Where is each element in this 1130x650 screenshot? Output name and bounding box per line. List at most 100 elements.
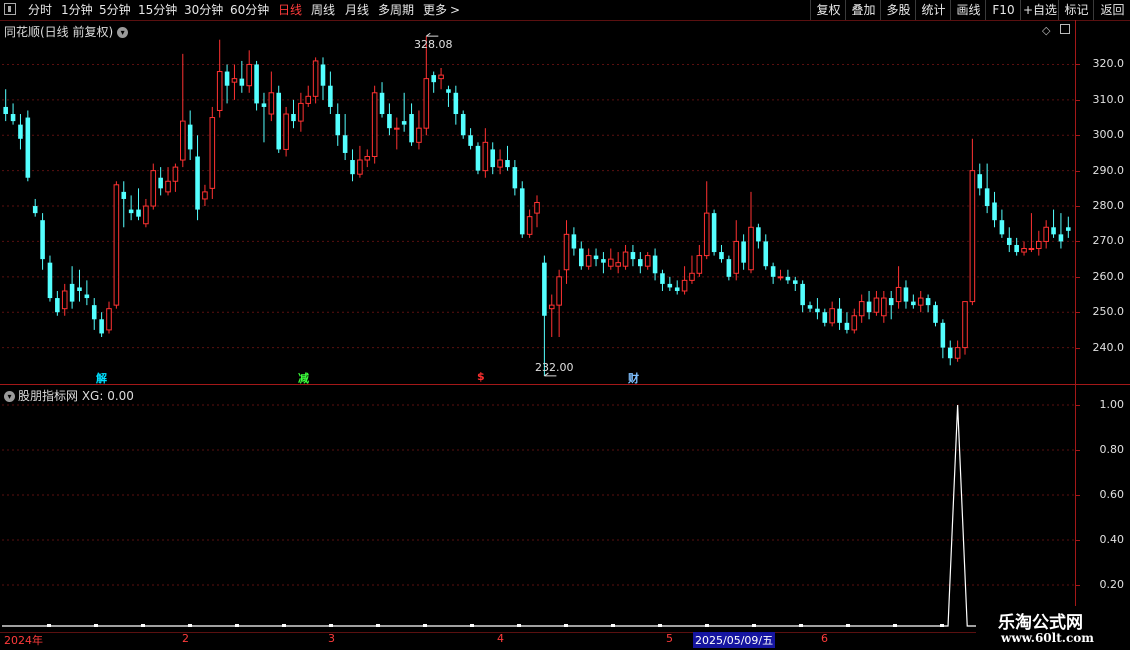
event-marker-unlock[interactable]: 解 (95, 370, 108, 386)
candle-body-down (711, 213, 717, 253)
low-price-label: 232.00 (535, 361, 574, 374)
candle-body-up (246, 63, 252, 87)
candle-body-down (187, 124, 193, 150)
indicator-baseline-dot (893, 624, 897, 627)
candle-body-down (91, 305, 97, 320)
candle-body-up (851, 315, 858, 331)
candle-body-up (202, 191, 208, 200)
price-chart[interactable] (0, 0, 1130, 650)
high-pointer (426, 32, 439, 37)
candle-body-down (1014, 244, 1019, 253)
candle-body-up (548, 304, 555, 310)
candle-body-up (150, 170, 157, 207)
candle-body-down (792, 280, 798, 284)
candle-body-down (822, 312, 828, 323)
x-label-month: 2 (182, 632, 189, 645)
candle-body-down (940, 322, 946, 348)
candle-body-up (298, 102, 304, 122)
candle-body-up (681, 279, 688, 292)
candle-body-down (888, 298, 894, 306)
candle-body-down (431, 75, 436, 83)
indicator-baseline-dot (799, 624, 803, 627)
indicator-baseline-dot (235, 624, 239, 627)
indicator-baseline-dot (47, 624, 51, 627)
candle-body-down (1058, 234, 1064, 242)
candle-body-up (608, 258, 614, 267)
candle-body-down (512, 167, 518, 189)
indicator-baseline-dot (940, 624, 944, 627)
candle-body-up (231, 78, 238, 83)
candle-body-down (785, 276, 791, 281)
candle-body-down (1066, 227, 1071, 231)
event-marker-reduce[interactable]: 减 (297, 370, 310, 386)
candle-body-down (984, 188, 990, 207)
candle-body-up (423, 78, 430, 129)
candle-body-down (18, 124, 23, 139)
candle-body-down (158, 177, 163, 189)
indicator-baseline-dot (188, 624, 192, 627)
candle-body-up (61, 290, 68, 310)
candle-body-up (143, 205, 149, 225)
candle-body-up (180, 120, 186, 161)
indicator-baseline-dot (564, 624, 568, 627)
candle-body-up (113, 184, 120, 306)
candle-body-down (291, 114, 296, 122)
candle-body-down (401, 121, 407, 125)
candle-body-up (497, 159, 503, 168)
candle-body-down (866, 301, 872, 313)
candle-body-up (172, 166, 179, 182)
candle-body-up (881, 297, 887, 317)
candle-body-up (556, 276, 562, 306)
candle-body-up (364, 155, 371, 161)
event-marker-dividend[interactable]: $ (476, 370, 486, 383)
candle-body-down (756, 227, 761, 242)
candle-body-down (593, 255, 599, 260)
candle-body-down (933, 305, 938, 323)
candle-body-up (534, 202, 540, 214)
indicator-baseline-dot (329, 624, 333, 627)
candle-body-down (925, 298, 931, 306)
candle-body-up (615, 262, 621, 267)
candle-body-down (84, 294, 90, 299)
candle-body-down (468, 135, 473, 146)
candle-body-down (335, 114, 341, 136)
candle-body-up (689, 272, 695, 281)
event-marker-finance[interactable]: 财 (627, 370, 640, 386)
candle-body-up (165, 180, 171, 193)
candle-body-down (490, 149, 496, 168)
candle-body-down (837, 308, 842, 323)
candle-body-down (446, 89, 451, 93)
candle-body-down (770, 266, 776, 277)
candle-body-down (409, 114, 414, 143)
indicator-baseline-dot (376, 624, 380, 627)
watermark-title: 乐淘公式网 (998, 613, 1083, 633)
candle-body-down (47, 262, 53, 299)
candle-body-up (954, 347, 961, 359)
candle-body-up (777, 276, 784, 279)
candle-body-down (1006, 237, 1012, 245)
candle-body-down (800, 283, 805, 306)
candle-body-up (733, 240, 740, 274)
candle-body-up (622, 251, 629, 267)
x-label-month: 3 (328, 632, 335, 645)
candle-body-down (519, 188, 525, 235)
candle-body-down (726, 259, 732, 277)
high-price-label: 328.08 (414, 38, 453, 51)
candle-body-down (999, 220, 1005, 235)
indicator-baseline-dot (423, 624, 427, 627)
candle-body-down (261, 103, 267, 107)
indicator-baseline-dot (94, 624, 98, 627)
candle-body-down (453, 92, 459, 115)
candle-body-up (305, 95, 312, 104)
candle-body-down (276, 92, 282, 150)
candle-body-down (475, 145, 481, 171)
candle-body-down (77, 287, 82, 291)
candle-body-down (741, 241, 746, 263)
cursor-date-label: 2025/05/09/五 (693, 632, 776, 648)
candle-body-up (644, 255, 651, 267)
candle-body-up (1021, 248, 1027, 253)
candle-body-down (387, 114, 392, 129)
candle-body-down (121, 191, 127, 199)
candle-body-up (696, 255, 703, 274)
candle-body-down (674, 287, 680, 291)
